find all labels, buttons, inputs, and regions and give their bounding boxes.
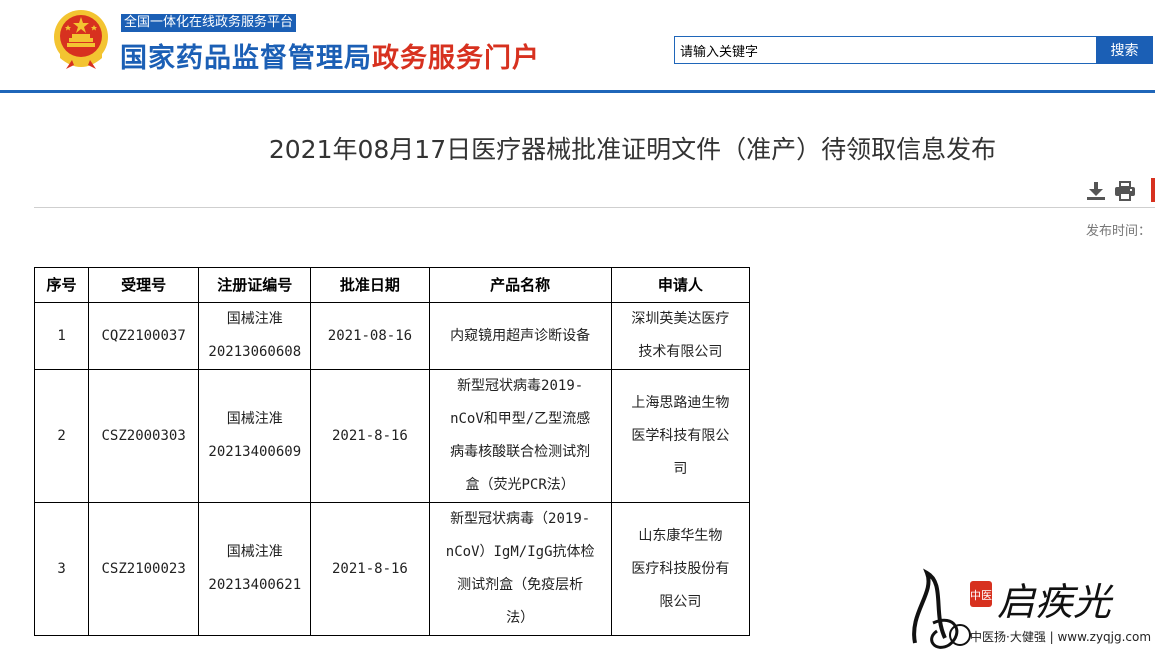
cell-reg-no: 国械注准 20213060608 — [198, 302, 312, 370]
col-header-product: 产品名称 — [428, 267, 612, 303]
search-button[interactable]: 搜索 — [1096, 36, 1153, 64]
col-header-accept-no: 受理号 — [88, 267, 200, 303]
cell-date: 2021-08-16 — [310, 302, 430, 370]
download-icon[interactable] — [1086, 181, 1106, 201]
cell-reg-no: 国械注准 20213400609 — [198, 369, 312, 503]
site-title[interactable]: 国家药品监督管理局政务服务门户 — [120, 36, 540, 75]
col-header-no: 序号 — [33, 267, 90, 303]
applicant-line: 医疗科技股份有 — [631, 560, 730, 577]
share-panel-edge[interactable] — [1151, 178, 1155, 202]
cell-accept-no: CQZ2100037 — [88, 302, 200, 370]
table-row: 3 CSZ2100023 国械注准 20213400621 2021-8-16 … — [33, 502, 751, 636]
product-line: 法） — [506, 610, 535, 626]
cell-date: 2021-8-16 — [310, 369, 430, 503]
applicant-line: 深圳英美达医疗 — [631, 311, 730, 327]
cell-product: 新型冠状病毒（2019- nCoV）IgM/IgG抗体检 测试剂盒（免疫层析 法… — [428, 502, 612, 636]
applicant-line: 限公司 — [659, 593, 702, 610]
product-line: 测试剂盒（免疫层析 — [457, 577, 584, 593]
publish-time-label: 发布时间： — [1086, 224, 1152, 239]
watermark-brand: 启疾光 — [997, 580, 1114, 624]
cell-reg-no: 国械注准 20213400621 — [198, 502, 312, 636]
reg-no-line: 20213060608 — [208, 344, 302, 360]
cell-product: 内窥镜用超声诊断设备 — [428, 302, 612, 370]
cell-applicant: 深圳英美达医疗 技术有限公司 — [610, 302, 751, 370]
cell-no: 1 — [33, 302, 90, 370]
applicant-line: 山东康华生物 — [638, 527, 723, 544]
applicant-line: 司 — [673, 460, 688, 477]
national-emblem-icon — [54, 10, 108, 69]
watermark-site: 中医扬·大健强 | www.zyqjg.com — [970, 630, 1152, 644]
product-line: 新型冠状病毒（2019- — [450, 511, 591, 527]
product-line: nCoV和甲型/乙型流感 — [450, 411, 591, 427]
page-title: 2021年08月17日医疗器械批准证明文件（准产）待领取信息发布 — [268, 135, 997, 164]
approval-table: 序号 受理号 注册证编号 批准日期 产品名称 申请人 1 CQZ2100037 … — [33, 267, 751, 636]
col-header-applicant: 申请人 — [610, 267, 751, 303]
cell-no: 2 — [33, 369, 90, 503]
cell-applicant: 山东康华生物 医疗科技股份有 限公司 — [610, 502, 751, 636]
cell-date: 2021-8-16 — [310, 502, 430, 636]
reg-no-line: 20213400621 — [208, 577, 302, 593]
platform-tag[interactable]: 全国一体化在线政务服务平台 — [121, 14, 297, 32]
table-row: 2 CSZ2000303 国械注准 20213400609 2021-8-16 … — [33, 369, 751, 503]
cell-no: 3 — [33, 502, 90, 636]
cell-accept-no: CSZ2000303 — [88, 369, 200, 503]
print-icon[interactable] — [1114, 181, 1136, 201]
title-divider — [34, 207, 1155, 208]
reg-no-line: 国械注准 — [226, 311, 283, 327]
site-title-sub: 政务服务门户 — [372, 43, 540, 74]
reg-no-line: 国械注准 — [226, 411, 283, 427]
col-header-reg-no: 注册证编号 — [198, 267, 312, 303]
applicant-line: 技术有限公司 — [638, 344, 723, 360]
applicant-line: 上海思路迪生物 — [631, 394, 730, 411]
site-header: 全国一体化在线政务服务平台 国家药品监督管理局政务服务门户 搜索 — [0, 0, 1155, 93]
product-line: 内窥镜用超声诊断设备 — [450, 327, 591, 344]
col-header-date: 批准日期 — [310, 267, 430, 303]
cell-product: 新型冠状病毒2019- nCoV和甲型/乙型流感 病毒核酸联合检测试剂 盒（荧光… — [428, 369, 612, 503]
reg-no-line: 国械注准 — [226, 544, 283, 560]
product-line: 新型冠状病毒2019- — [457, 378, 584, 394]
applicant-line: 医学科技有限公 — [631, 427, 730, 444]
reg-no-line: 20213400609 — [208, 444, 302, 460]
cell-accept-no: CSZ2100023 — [88, 502, 200, 636]
product-line: nCoV）IgM/IgG抗体检 — [445, 544, 595, 560]
product-line: 病毒核酸联合检测试剂 — [450, 444, 591, 460]
product-line: 盒（荧光PCR法） — [465, 477, 575, 493]
table-row: 1 CQZ2100037 国械注准 20213060608 2021-08-16… — [33, 302, 751, 370]
cell-applicant: 上海思路迪生物 医学科技有限公 司 — [610, 369, 751, 503]
watermark-seal-text: 中医 — [970, 589, 992, 602]
header-divider — [0, 90, 1155, 93]
search-input[interactable] — [674, 36, 1098, 64]
table-header-row: 序号 受理号 注册证编号 批准日期 产品名称 申请人 — [33, 267, 751, 303]
site-title-main: 国家药品监督管理局 — [120, 43, 372, 74]
